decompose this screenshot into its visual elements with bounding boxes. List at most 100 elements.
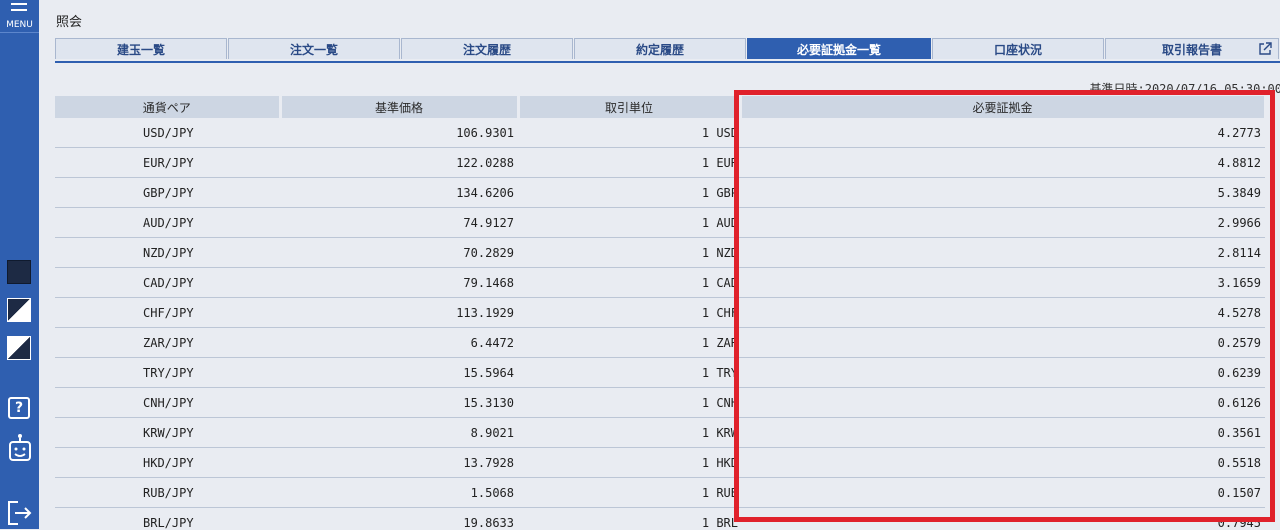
- header-required-margin[interactable]: 必要証拠金: [740, 96, 1265, 118]
- tab-trade-report[interactable]: 取引報告書: [1105, 38, 1279, 59]
- table-row: EUR/JPY122.02881 EUR4.8812: [55, 148, 1265, 178]
- cell-pair: TRY/JPY: [55, 358, 280, 388]
- cell-rate: 122.0288: [280, 148, 518, 178]
- header-currency-pair[interactable]: 通貨ペア: [55, 96, 280, 118]
- cell-pair: BRL/JPY: [55, 508, 280, 530]
- margin-table-container: 通貨ペア 基準価格 取引単位 必要証拠金 USD/JPY106.93011 US…: [55, 96, 1280, 529]
- cell-unit: 1 NZD: [518, 238, 740, 268]
- cell-margin: 2.8114: [740, 238, 1265, 268]
- cell-rate: 13.7928: [280, 448, 518, 478]
- cell-pair: RUB/JPY: [55, 478, 280, 508]
- cell-unit: 1 HKD: [518, 448, 740, 478]
- cell-rate: 79.1468: [280, 268, 518, 298]
- cell-margin: 4.2773: [740, 118, 1265, 148]
- cell-unit: 1 CNH: [518, 388, 740, 418]
- cell-pair: EUR/JPY: [55, 148, 280, 178]
- table-row: USD/JPY106.93011 USD4.2773: [55, 118, 1265, 148]
- main-content: 照会 建玉一覧 注文一覧 注文履歴 約定履歴 必要証拠金一覧 口座状況 取引報告…: [40, 0, 1280, 529]
- cell-pair: CNH/JPY: [55, 388, 280, 418]
- cell-rate: 113.1929: [280, 298, 518, 328]
- cell-unit: 1 RUB: [518, 478, 740, 508]
- theme-dark-button[interactable]: [7, 260, 31, 284]
- cell-rate: 1.5068: [280, 478, 518, 508]
- cell-unit: 1 BRL: [518, 508, 740, 530]
- table-row: CNH/JPY15.31301 CNH0.6126: [55, 388, 1265, 418]
- tab-positions[interactable]: 建玉一覧: [55, 38, 227, 59]
- tab-required-margin[interactable]: 必要証拠金一覧: [747, 38, 931, 59]
- cell-margin: 4.8812: [740, 148, 1265, 178]
- cell-pair: AUD/JPY: [55, 208, 280, 238]
- menu-label: MENU: [0, 20, 39, 30]
- cell-pair: GBP/JPY: [55, 178, 280, 208]
- tab-bar: 建玉一覧 注文一覧 注文履歴 約定履歴 必要証拠金一覧 口座状況 取引報告書: [55, 38, 1280, 63]
- cell-pair: CAD/JPY: [55, 268, 280, 298]
- cell-margin: 3.1659: [740, 268, 1265, 298]
- logout-icon[interactable]: [6, 500, 34, 526]
- cell-unit: 1 TRY: [518, 358, 740, 388]
- cell-unit: 1 EUR: [518, 148, 740, 178]
- table-row: BRL/JPY19.86331 BRL0.7945: [55, 508, 1265, 530]
- tab-order-history[interactable]: 注文履歴: [401, 38, 573, 59]
- cell-unit: 1 GBP: [518, 178, 740, 208]
- cell-margin: 0.2579: [740, 328, 1265, 358]
- cell-pair: CHF/JPY: [55, 298, 280, 328]
- cell-rate: 6.4472: [280, 328, 518, 358]
- table-row: NZD/JPY70.28291 NZD2.8114: [55, 238, 1265, 268]
- cell-margin: 0.1507: [740, 478, 1265, 508]
- table-header-row: 通貨ペア 基準価格 取引単位 必要証拠金: [55, 96, 1265, 118]
- cell-unit: 1 AUD: [518, 208, 740, 238]
- sidebar: MENU ?: [0, 0, 39, 529]
- cell-pair: NZD/JPY: [55, 238, 280, 268]
- page-title: 照会: [56, 11, 82, 30]
- cell-pair: KRW/JPY: [55, 418, 280, 448]
- theme-mixed-button[interactable]: [7, 336, 31, 360]
- table-row: HKD/JPY13.79281 HKD0.5518: [55, 448, 1265, 478]
- hamburger-icon: [11, 3, 27, 15]
- table-row: ZAR/JPY6.44721 ZAR0.2579: [55, 328, 1265, 358]
- cell-rate: 8.9021: [280, 418, 518, 448]
- cell-rate: 19.8633: [280, 508, 518, 530]
- table-row: AUD/JPY74.91271 AUD2.9966: [55, 208, 1265, 238]
- help-icon[interactable]: ?: [8, 397, 30, 419]
- cell-margin: 2.9966: [740, 208, 1265, 238]
- header-base-price[interactable]: 基準価格: [280, 96, 518, 118]
- cell-margin: 0.7945: [740, 508, 1265, 530]
- table-row: RUB/JPY1.50681 RUB0.1507: [55, 478, 1265, 508]
- cell-margin: 0.6126: [740, 388, 1265, 418]
- cell-rate: 134.6206: [280, 178, 518, 208]
- cell-rate: 70.2829: [280, 238, 518, 268]
- header-trade-unit[interactable]: 取引単位: [518, 96, 740, 118]
- table-row: CHF/JPY113.19291 CHF4.5278: [55, 298, 1265, 328]
- table-row: KRW/JPY8.90211 KRW0.3561: [55, 418, 1265, 448]
- cell-rate: 15.5964: [280, 358, 518, 388]
- cell-rate: 15.3130: [280, 388, 518, 418]
- cell-unit: 1 USD: [518, 118, 740, 148]
- cell-rate: 106.9301: [280, 118, 518, 148]
- menu-button[interactable]: MENU: [0, 0, 39, 33]
- margin-table: 通貨ペア 基準価格 取引単位 必要証拠金 USD/JPY106.93011 US…: [55, 96, 1267, 529]
- table-row: GBP/JPY134.62061 GBP5.3849: [55, 178, 1265, 208]
- cell-margin: 0.6239: [740, 358, 1265, 388]
- cell-rate: 74.9127: [280, 208, 518, 238]
- tab-trade-report-label: 取引報告書: [1162, 43, 1222, 57]
- tab-orders[interactable]: 注文一覧: [228, 38, 400, 59]
- tab-account-status[interactable]: 口座状況: [932, 38, 1104, 59]
- cell-unit: 1 CHF: [518, 298, 740, 328]
- table-row: CAD/JPY79.14681 CAD3.1659: [55, 268, 1265, 298]
- cell-pair: ZAR/JPY: [55, 328, 280, 358]
- cell-pair: USD/JPY: [55, 118, 280, 148]
- cell-unit: 1 ZAR: [518, 328, 740, 358]
- cell-unit: 1 CAD: [518, 268, 740, 298]
- theme-light-button[interactable]: [7, 298, 31, 322]
- chatbot-icon[interactable]: [7, 433, 33, 465]
- cell-margin: 4.5278: [740, 298, 1265, 328]
- tab-execution-history[interactable]: 約定履歴: [574, 38, 746, 59]
- external-link-icon: [1258, 42, 1272, 56]
- table-row: TRY/JPY15.59641 TRY0.6239: [55, 358, 1265, 388]
- cell-margin: 0.3561: [740, 418, 1265, 448]
- cell-pair: HKD/JPY: [55, 448, 280, 478]
- cell-margin: 0.5518: [740, 448, 1265, 478]
- cell-unit: 1 KRW: [518, 418, 740, 448]
- base-timestamp: 基準日時:2020/07/16 05:30:00: [1090, 80, 1280, 97]
- cell-margin: 5.3849: [740, 178, 1265, 208]
